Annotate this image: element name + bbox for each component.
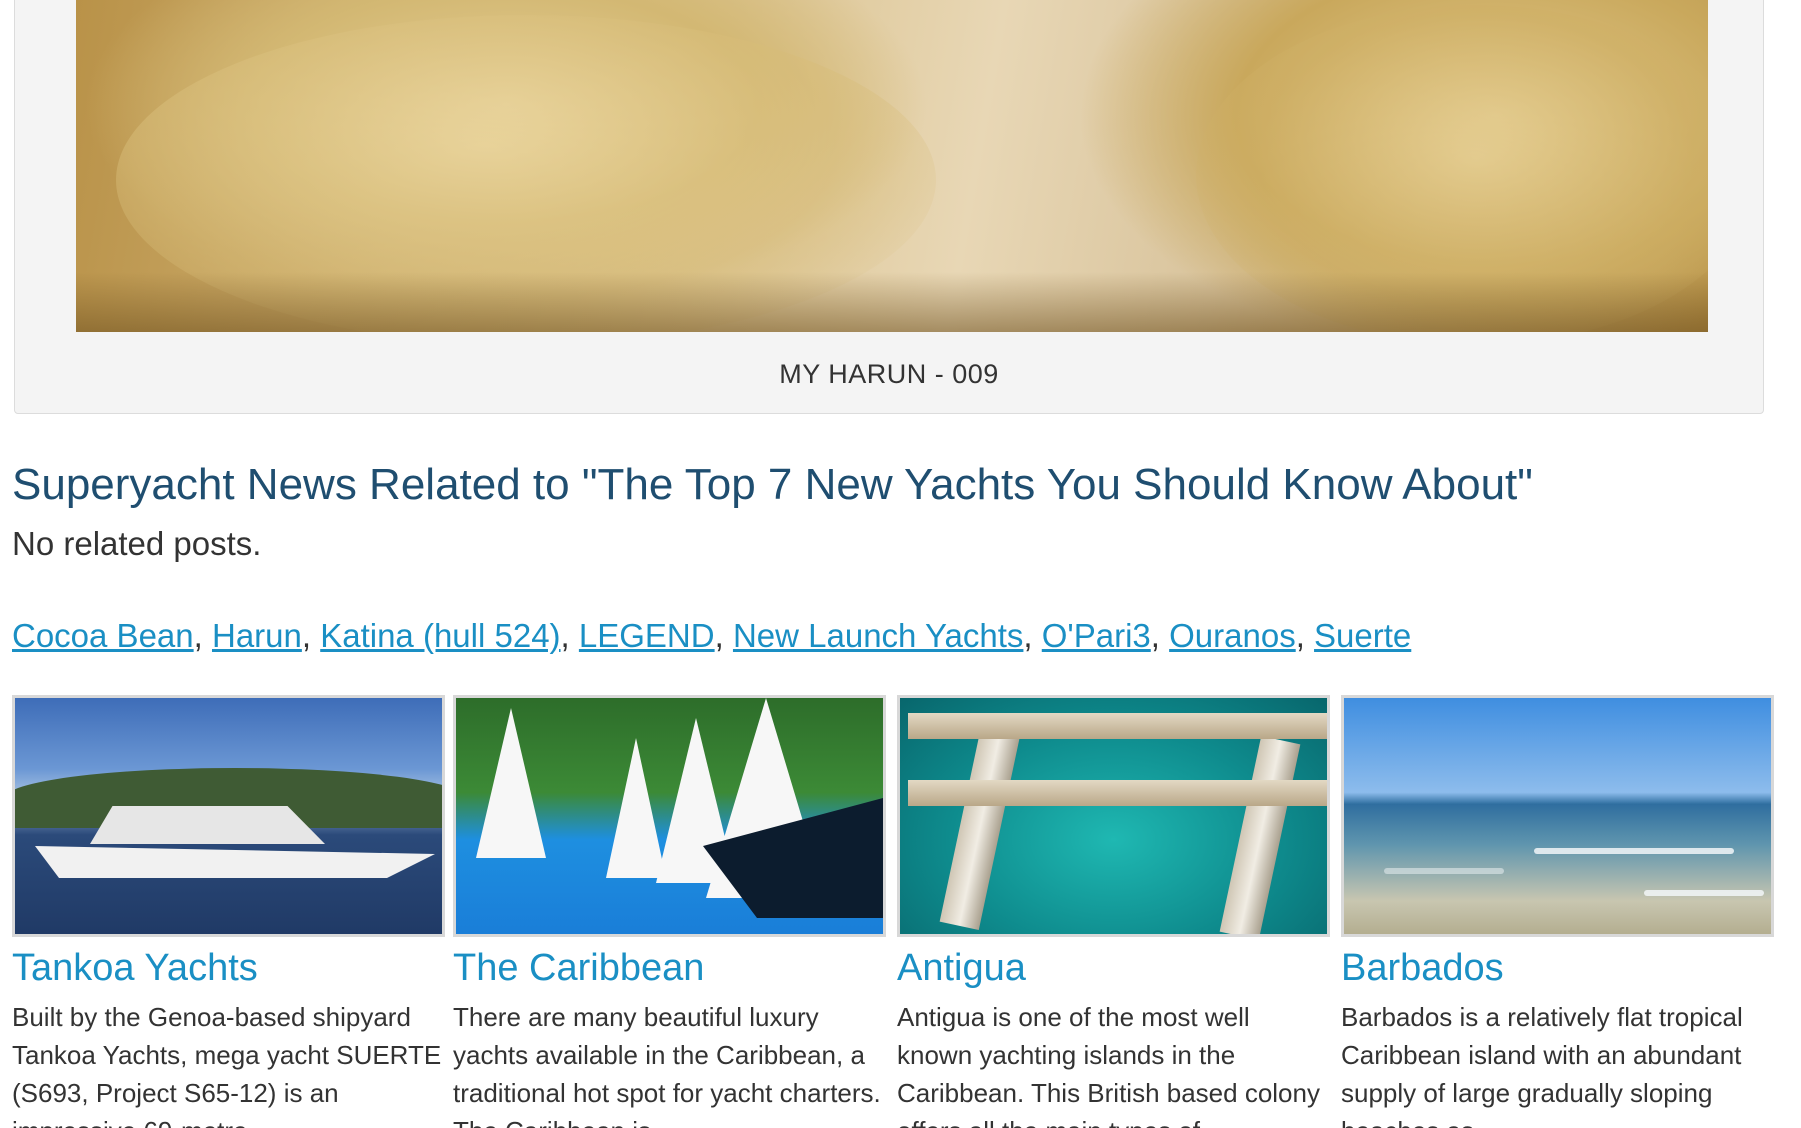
thumbnail-sail	[606, 738, 666, 878]
card-tankoa-yachts: Tankoa Yachts Built by the Genoa-based s…	[12, 695, 445, 1128]
figure-image-yacht-interior[interactable]	[76, 0, 1708, 332]
tag-link-katina[interactable]: Katina (hull 524)	[320, 617, 560, 654]
card-thumbnail-sailboats[interactable]	[453, 695, 886, 937]
thumbnail-plank	[908, 780, 1327, 806]
tag-link-cocoa-bean[interactable]: Cocoa Bean	[12, 617, 194, 654]
card-title-link[interactable]: Tankoa Yachts	[12, 947, 445, 990]
thumbnail-yacht-hull	[35, 846, 435, 878]
card-the-caribbean: The Caribbean There are many beautiful l…	[453, 695, 886, 1128]
card-excerpt: There are many beautiful luxury yachts a…	[453, 1002, 881, 1128]
card-title-link[interactable]: The Caribbean	[453, 947, 886, 990]
related-cards: Tankoa Yachts Built by the Genoa-based s…	[12, 695, 1782, 1128]
card-antigua: Antigua Antigua is one of the most well …	[897, 695, 1330, 1128]
tag-separator: ,	[193, 617, 212, 654]
card-title-link[interactable]: Barbados	[1341, 947, 1774, 990]
page: MY HARUN - 009 Superyacht News Related t…	[0, 0, 1801, 1128]
tag-link-opari3[interactable]: O'Pari3	[1042, 617, 1151, 654]
tag-link-legend[interactable]: LEGEND	[579, 617, 715, 654]
figure-caption: MY HARUN - 009	[779, 359, 999, 389]
thumbnail-post	[1219, 736, 1301, 934]
tag-separator: ,	[301, 617, 321, 654]
thumbnail-post	[939, 726, 1021, 930]
card-thumbnail-yacht[interactable]	[12, 695, 445, 937]
related-news-heading: Superyacht News Related to "The Top 7 Ne…	[12, 460, 1533, 509]
tag-link-suerte[interactable]: Suerte	[1314, 617, 1411, 654]
thumbnail-wave	[1384, 868, 1504, 874]
thumbnail-yacht-deck	[90, 806, 325, 844]
thumbnail-plank	[908, 713, 1327, 739]
figure-shadow	[76, 272, 1708, 332]
card-thumbnail-beach[interactable]	[1341, 695, 1774, 937]
no-related-posts-text: No related posts.	[12, 525, 262, 562]
tag-separator: ,	[1150, 617, 1170, 654]
thumbnail-wave	[1644, 890, 1764, 896]
card-title-link[interactable]: Antigua	[897, 947, 1330, 990]
card-excerpt: Built by the Genoa-based shipyard Tankoa…	[12, 1002, 442, 1128]
tag-list: Cocoa Bean, Harun, Katina (hull 524), LE…	[12, 617, 1411, 655]
tag-separator: ,	[1023, 617, 1042, 654]
tag-link-new-launch-yachts[interactable]: New Launch Yachts	[733, 617, 1023, 654]
tag-link-harun[interactable]: Harun	[212, 617, 302, 654]
tag-link-ouranos[interactable]: Ouranos	[1169, 617, 1296, 654]
tag-separator: ,	[1295, 617, 1315, 654]
tag-separator: ,	[560, 617, 579, 654]
figure-card: MY HARUN - 009	[14, 0, 1764, 414]
card-excerpt: Antigua is one of the most well known ya…	[897, 1002, 1320, 1128]
thumbnail-sail	[476, 708, 546, 858]
tag-separator: ,	[714, 617, 733, 654]
card-excerpt: Barbados is a relatively flat tropical C…	[1341, 1002, 1743, 1128]
card-barbados: Barbados Barbados is a relatively flat t…	[1341, 695, 1774, 1128]
card-thumbnail-jetty[interactable]	[897, 695, 1330, 937]
thumbnail-wave	[1534, 848, 1734, 854]
